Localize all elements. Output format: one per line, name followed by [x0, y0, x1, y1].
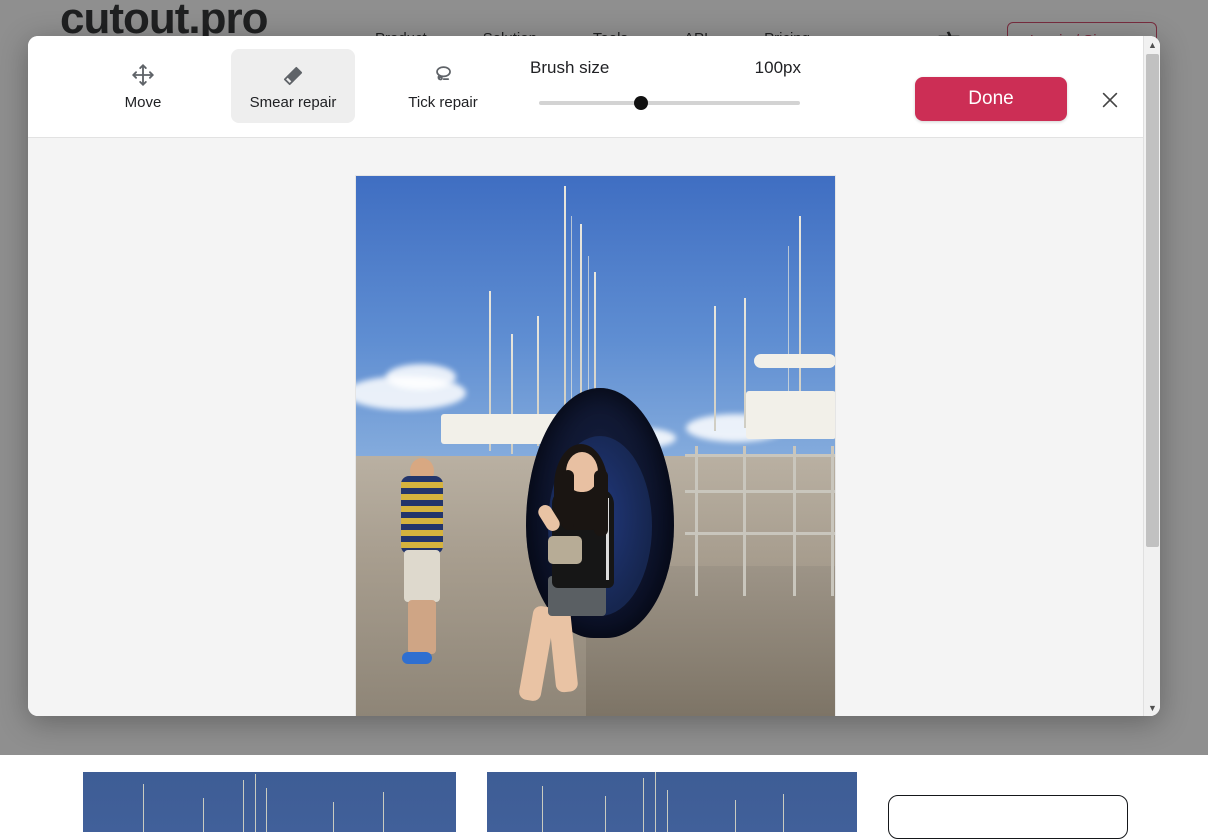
editor-canvas[interactable]	[28, 138, 1160, 716]
man-shorts	[404, 550, 440, 602]
lasso-loop-icon	[430, 61, 456, 89]
tool-smear-repair[interactable]: Smear repair	[231, 49, 355, 123]
brush-size-row: Brush size 100px	[528, 58, 811, 78]
secondary-action-button[interactable]	[888, 795, 1128, 839]
mast	[564, 186, 566, 431]
handbag	[548, 536, 582, 564]
chevron-down-icon[interactable]: ▼	[1144, 699, 1160, 716]
move-arrows-icon	[130, 61, 156, 89]
brush-size-control: Brush size 100px	[528, 58, 811, 110]
done-button[interactable]: Done	[915, 77, 1067, 121]
slider-track[interactable]	[539, 101, 800, 105]
tool-tick-repair-label: Tick repair	[408, 94, 477, 111]
modal-scrollbar[interactable]: ▲ ▼	[1143, 36, 1160, 716]
man-torso	[401, 476, 443, 554]
man-legs	[408, 600, 436, 654]
brush-size-slider[interactable]	[528, 96, 811, 110]
tool-smear-repair-label: Smear repair	[250, 94, 337, 111]
brush-size-value: 100px	[755, 58, 801, 78]
brush-size-label: Brush size	[530, 58, 609, 78]
boat	[746, 391, 835, 439]
boat-canopy	[754, 354, 835, 368]
thumbnail-2[interactable]	[487, 772, 857, 832]
scrollbar-thumb[interactable]	[1146, 54, 1159, 547]
editing-photo[interactable]	[356, 176, 835, 716]
mast	[714, 306, 716, 431]
close-icon[interactable]	[1094, 84, 1126, 116]
tool-move-label: Move	[125, 94, 162, 111]
tool-tick-repair[interactable]: Tick repair	[381, 49, 505, 123]
slider-thumb[interactable]	[634, 96, 648, 110]
thumbnail-1[interactable]	[83, 772, 456, 832]
cloud	[386, 364, 456, 390]
railing	[685, 446, 835, 596]
eraser-icon	[280, 61, 307, 89]
chevron-up-icon[interactable]: ▲	[1144, 36, 1160, 53]
photo-retouch-modal: Move Smear repair Tick repair	[28, 36, 1160, 716]
editor-toolbar: Move Smear repair Tick repair	[28, 36, 1160, 138]
man-shoe	[402, 652, 432, 664]
tool-move[interactable]: Move	[81, 49, 205, 123]
